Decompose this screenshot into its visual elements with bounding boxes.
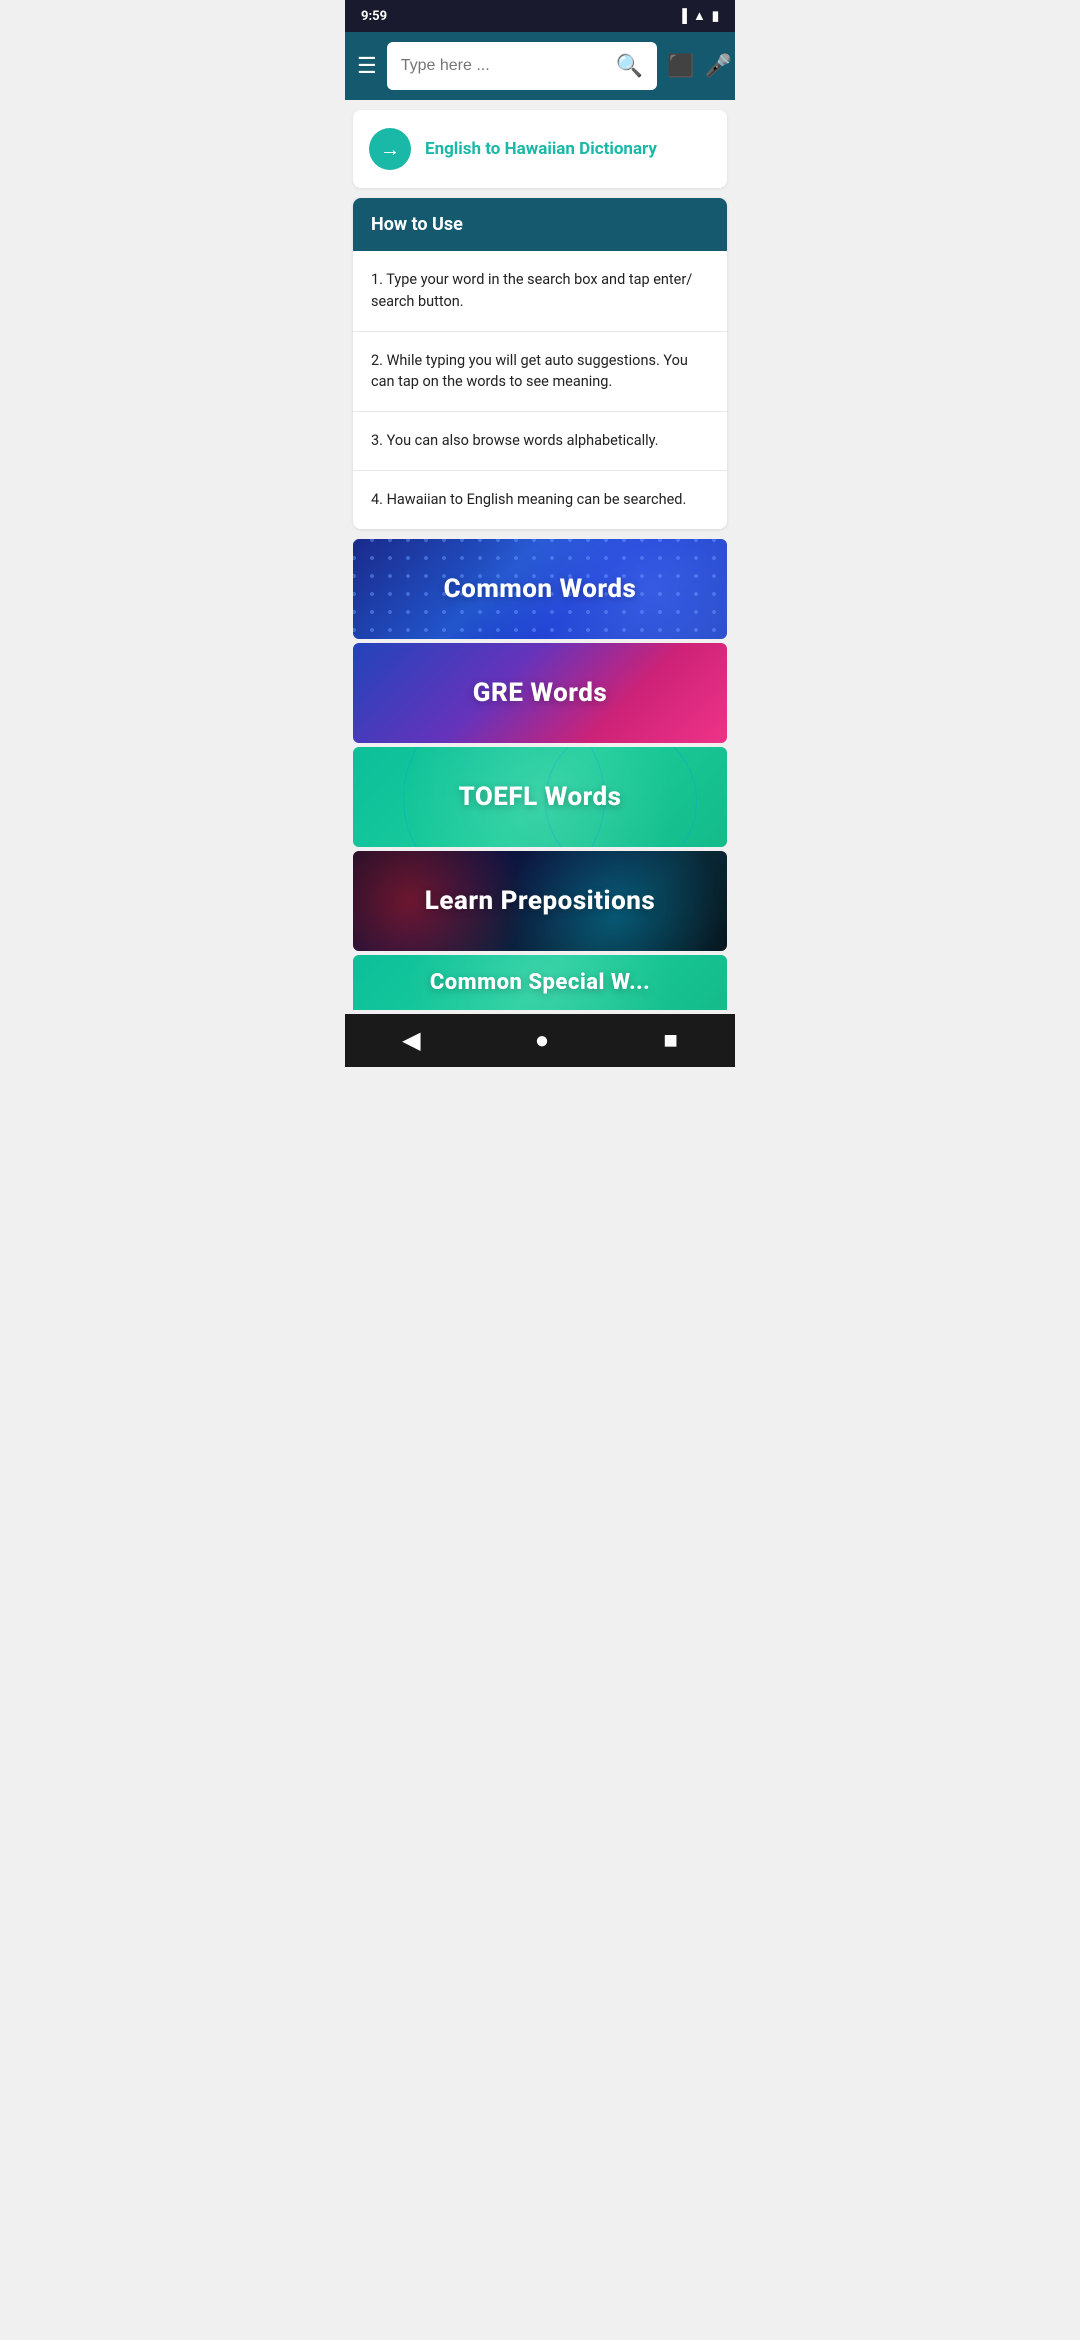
gre-words-banner[interactable]: GRE Words (353, 643, 727, 743)
toefl-words-banner[interactable]: TOEFL Words (353, 747, 727, 847)
menu-icon[interactable]: ☰ (357, 54, 377, 79)
search-input[interactable] (401, 57, 608, 75)
top-bar: ☰ 🔍 ⬛ 🎤 (345, 32, 735, 100)
recent-button[interactable]: ■ (663, 1026, 678, 1055)
dictionary-title-row[interactable]: → English to Hawaiian Dictionary (353, 110, 727, 188)
arrow-icon: → (380, 137, 400, 162)
battery-icon: ▮ (712, 9, 719, 24)
status-time: 9:59 (361, 9, 387, 24)
signal-icon: ▐ (678, 8, 687, 24)
partial-banner[interactable]: Common Special W... (353, 955, 727, 1010)
home-button[interactable]: ● (535, 1026, 550, 1055)
how-to-use-item-1: 1. Type your word in the search box and … (353, 251, 727, 332)
microphone-icon[interactable]: 🎤 (705, 54, 732, 79)
bottom-nav: ◀ ● ■ (345, 1014, 735, 1067)
dictionary-title: English to Hawaiian Dictionary (425, 139, 657, 159)
search-box: 🔍 (387, 42, 657, 90)
top-action-icons: ⬛ 🎤 (667, 54, 732, 79)
how-to-use-item-2: 2. While typing you will get auto sugges… (353, 332, 727, 413)
toefl-words-label: TOEFL Words (458, 782, 621, 812)
gre-words-label: GRE Words (473, 678, 607, 708)
prepositions-label: Learn Prepositions (425, 886, 655, 916)
banners-container: Common Words GRE Words TOEFL Words Learn… (353, 539, 727, 1010)
how-to-use-body: 1. Type your word in the search box and … (353, 251, 727, 529)
common-words-label: Common Words (444, 574, 637, 604)
arrow-circle: → (369, 128, 411, 170)
how-to-use-header: How to Use (353, 198, 727, 251)
prepositions-banner[interactable]: Learn Prepositions (353, 851, 727, 951)
wifi-icon: ▲ (693, 8, 706, 24)
status-bar: 9:59 ▐ ▲ ▮ (345, 0, 735, 32)
back-button[interactable]: ◀ (402, 1026, 420, 1054)
how-to-use-item-4: 4. Hawaiian to English meaning can be se… (353, 471, 727, 529)
how-to-use-card: How to Use 1. Type your word in the sear… (353, 198, 727, 529)
common-words-banner[interactable]: Common Words (353, 539, 727, 639)
camera-scan-icon[interactable]: ⬛ (667, 54, 694, 79)
how-to-use-item-3: 3. You can also browse words alphabetica… (353, 412, 727, 471)
partial-banner-label: Common Special W... (430, 970, 650, 995)
status-icons: ▐ ▲ ▮ (678, 8, 719, 24)
search-button[interactable]: 🔍 (616, 53, 643, 79)
